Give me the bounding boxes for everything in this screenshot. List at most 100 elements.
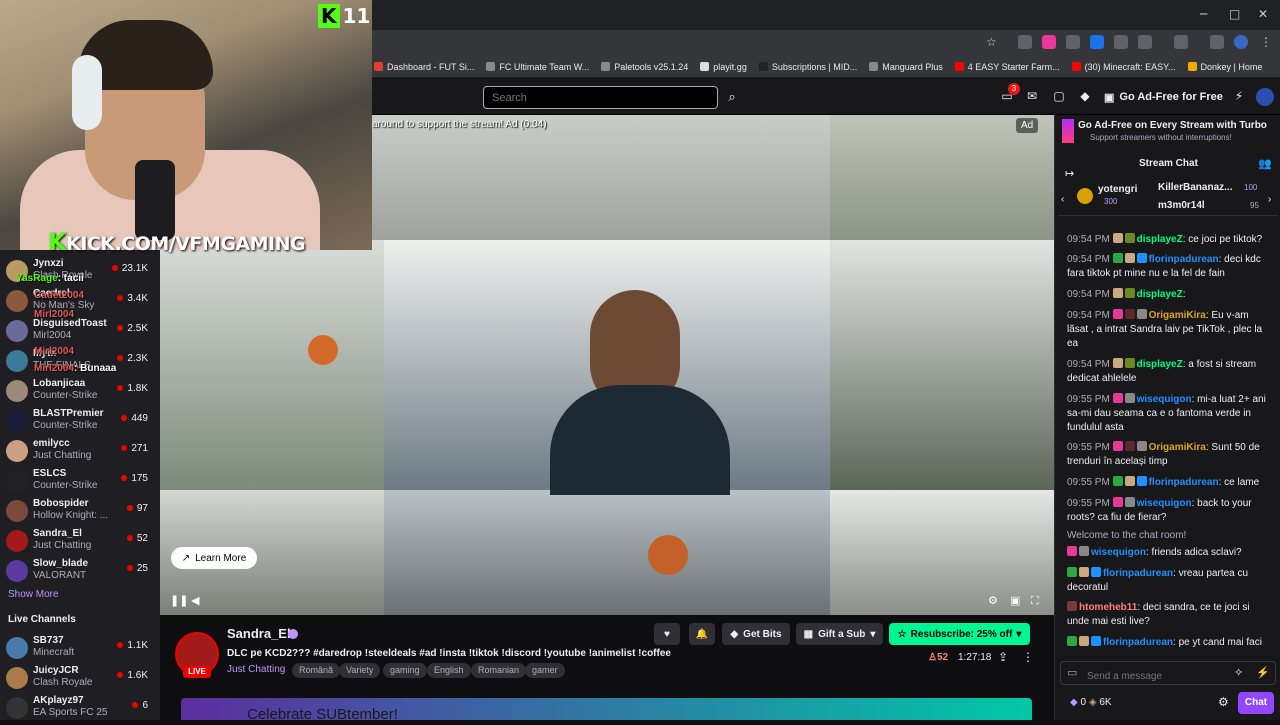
fullscreen-icon[interactable]: ⛶ (1031, 594, 1039, 608)
sidebar-channel[interactable]: ESLCS Counter-Strike 175 (6, 468, 156, 498)
resubscribe-button[interactable]: ☆ Resubscribe: 25% off ▾ (889, 623, 1030, 645)
browser-menu-icon[interactable]: ⋮ (1260, 35, 1272, 49)
bookmark-item[interactable]: Dashboard - FUT Si... (374, 62, 474, 72)
avatar (6, 697, 28, 719)
bookmark-item[interactable]: Donkey | Home (1187, 62, 1262, 72)
channel-points[interactable]: ◆ 0 ◈ 6K (1070, 697, 1112, 708)
reading-list-icon[interactable] (1210, 35, 1224, 49)
pause-icon[interactable]: ❚❚ (170, 594, 188, 607)
bookmark-item[interactable]: (30) Minecraft: EASY... (1071, 62, 1176, 72)
extension-icon[interactable] (1114, 35, 1128, 49)
sidebar-channel[interactable]: AKplayz97 EA Sports FC 25 6 (6, 695, 156, 725)
avatar (6, 350, 28, 372)
bits-icon[interactable]: ◆ (1076, 89, 1094, 105)
extension-icon[interactable] (1042, 35, 1056, 49)
leaderboard-points: 300 (1104, 197, 1118, 206)
ad-ball (648, 535, 688, 575)
search-input[interactable] (483, 86, 718, 109)
turbo-promo[interactable]: Go Ad-Free on Every Stream with Turbo Sup… (1062, 119, 1276, 147)
avatar (6, 667, 28, 689)
stream-uptime: 1:27:18 (958, 652, 992, 663)
extension-icon[interactable] (1018, 35, 1032, 49)
whispers-icon[interactable]: ▢ (1050, 89, 1068, 105)
theatre-mode-icon[interactable]: ▣ (1010, 594, 1020, 607)
sidebar-channel[interactable]: BLASTPremier Counter-Strike 449 (6, 408, 156, 438)
turbo-icon[interactable]: ⚡ (1230, 89, 1248, 105)
stream-tag[interactable]: English (427, 663, 471, 678)
users-icon[interactable]: 👥 (1258, 157, 1272, 170)
ad-badge[interactable]: Ad (1016, 118, 1039, 133)
stream-tag[interactable]: Romanian (471, 663, 527, 678)
volume-icon[interactable]: ◀ (191, 594, 199, 607)
stream-category[interactable]: Just Chatting (227, 664, 285, 675)
kick-logo: K 11 (318, 4, 370, 28)
sidebar-channel[interactable]: DisguisedToast Mirl2004 2.5K (6, 318, 156, 348)
streamer-name[interactable]: Sandra_El (227, 626, 291, 641)
chat-message: 09:55 PM OrigamiKira: Sunt 50 de trendur… (1067, 441, 1260, 467)
search-icon[interactable]: ⌕ (720, 86, 744, 109)
verified-icon (288, 629, 298, 639)
bookmark-item[interactable]: Paletools v25.1.24 (601, 62, 688, 72)
settings-icon[interactable]: ⚙ (988, 594, 998, 607)
sidebar-channel[interactable]: Slow_blade VALORANT 25 (6, 558, 156, 588)
sidebar-channel[interactable]: emilycc Just Chatting 271 (6, 438, 156, 468)
bookmark-item[interactable]: Subscriptions | MID... (758, 62, 857, 72)
chat-message: florinpadurean: vreau partea cu decoratu… (1067, 567, 1249, 593)
maximize-icon[interactable]: □ (1229, 7, 1240, 21)
turbo-icon[interactable]: ⚡ (1256, 666, 1270, 679)
chat-send-button[interactable]: Chat (1238, 692, 1274, 714)
subtember-banner[interactable]: Celebrate SUBtember! (181, 698, 1032, 720)
avatar (6, 530, 28, 552)
sidebar-channel[interactable]: Sandra_El Just Chatting 52 (6, 528, 156, 558)
ad-frame (372, 115, 830, 240)
sidebar-channel[interactable]: Lobanjicaa Counter-Strike 1.8K (6, 378, 156, 408)
extension-icon[interactable] (1090, 35, 1104, 49)
bookmark-star-icon[interactable]: ☆ (986, 35, 997, 49)
profile-avatar[interactable] (1234, 35, 1248, 49)
bits-icon: ◆ (1070, 697, 1078, 708)
emote-icon[interactable]: ✧ (1234, 666, 1243, 679)
inbox-icon[interactable]: ✉ (1023, 89, 1041, 105)
stream-tag[interactable]: Variety (339, 663, 381, 678)
chat-message: 09:54 PM displayeZ: a fost si stream ded… (1067, 358, 1257, 384)
follow-heart-icon[interactable]: ♥ (654, 623, 680, 645)
ad-countdown-text: around to support the stream! Ad (0:04) (372, 119, 547, 130)
gift-sub-button[interactable]: ▦ Gift a Sub ▾ (796, 623, 883, 645)
user-avatar[interactable] (1256, 88, 1274, 106)
leaderboard-name: m3m0r14l (1158, 200, 1205, 211)
chat-input[interactable] (1060, 661, 1276, 685)
cast-icon[interactable] (1174, 35, 1188, 49)
sidebar-channel[interactable]: Bobospider Hollow Knight: ... 97 (6, 498, 156, 528)
avatar (6, 440, 28, 462)
sidebar-channel[interactable]: SB737 Minecraft 1.1K (6, 635, 156, 665)
avatar (6, 500, 28, 522)
extensions-puzzle-icon[interactable] (1138, 35, 1152, 49)
stream-tag[interactable]: Română (292, 663, 341, 678)
chat-message: 09:55 PM florinpadurean: ce lame (1067, 476, 1260, 488)
extension-icon[interactable] (1066, 35, 1080, 49)
bookmark-item[interactable]: 4 EASY Starter Farm... (954, 62, 1060, 72)
stream-tag[interactable]: gaming (383, 663, 427, 678)
learn-more-button[interactable]: ↗ Learn More (171, 547, 257, 569)
show-more-link[interactable]: Show More (8, 589, 59, 600)
sidebar-channel[interactable]: JuicyJCR Clash Royale 1.6K (6, 665, 156, 695)
leaderboard-points: 100 (1244, 183, 1258, 192)
bookmark-item[interactable]: FC Ultimate Team W... (486, 62, 589, 72)
notification-bell-icon[interactable]: 🔔 (689, 623, 715, 645)
chevron-left-icon[interactable]: ‹ (1061, 194, 1064, 205)
minimize-icon[interactable]: ─ (1200, 7, 1207, 21)
more-options-icon[interactable]: ⋮ (1022, 650, 1034, 664)
chat-welcome: Welcome to the chat room! (1067, 530, 1187, 541)
stream-tag[interactable]: gamer (525, 663, 565, 678)
star-icon: ☆ (897, 628, 907, 640)
ad-frame (160, 240, 384, 490)
chevron-right-icon[interactable]: › (1268, 194, 1271, 205)
settings-icon[interactable]: ⚙ (1218, 695, 1229, 709)
get-bits-button[interactable]: ◆ Get Bits (722, 623, 790, 645)
bookmark-item[interactable]: playit.gg (700, 62, 747, 72)
bits-icon: ◆ (730, 628, 739, 640)
close-icon[interactable]: ✕ (1258, 7, 1268, 21)
bookmark-item[interactable]: Manguard Plus (869, 62, 943, 72)
share-icon[interactable]: ⇪ (998, 650, 1008, 664)
go-ad-free-button[interactable]: ▣ Go Ad-Free for Free (1104, 87, 1223, 107)
